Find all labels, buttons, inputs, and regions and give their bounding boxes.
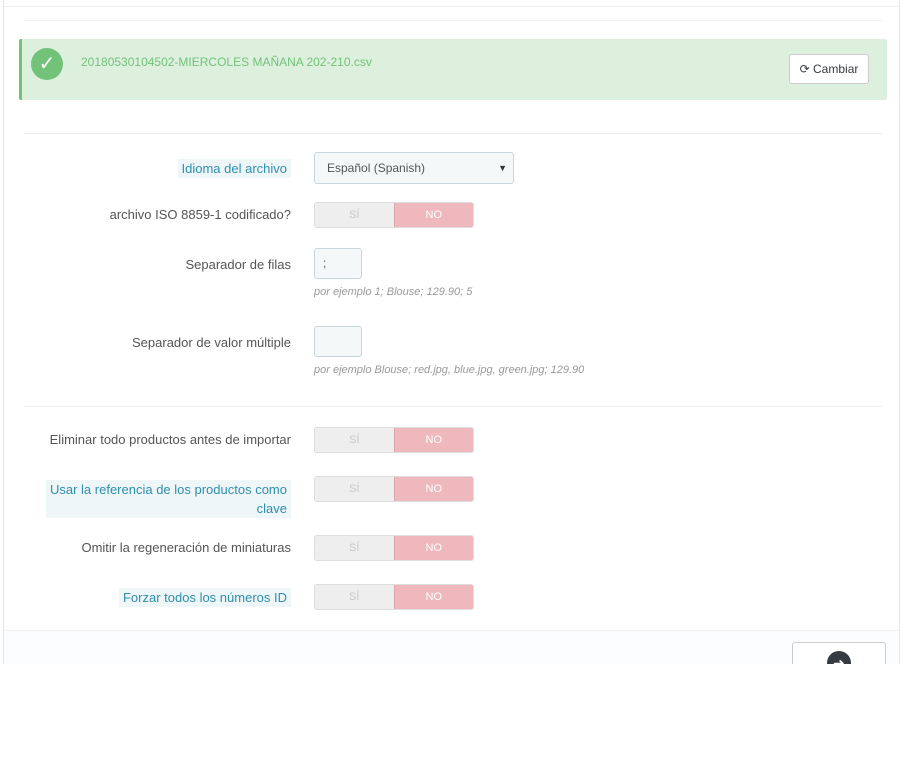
iso-encoding-no[interactable]: NO: [393, 203, 473, 227]
change-file-label: Cambiar: [813, 62, 859, 76]
delete-products-no[interactable]: NO: [393, 428, 473, 452]
next-step-button[interactable]: ➜: [792, 642, 886, 664]
iso-encoding-switch[interactable]: SÍ NO: [314, 202, 474, 228]
divider: [24, 133, 882, 134]
language-select-value: Español (Spanish): [327, 161, 426, 175]
import-panel: ✓ 20180530104502-MIERCOLES MAÑANA 202-21…: [3, 0, 900, 664]
delete-products-yes[interactable]: SÍ: [315, 428, 394, 452]
use-reference-switch[interactable]: SÍ NO: [314, 476, 474, 502]
use-reference-label: Usar la referencia de los productos como…: [45, 480, 291, 518]
force-ids-yes[interactable]: SÍ: [315, 585, 394, 609]
skip-thumbnails-label: Omitir la regeneración de miniaturas: [81, 540, 291, 555]
force-ids-switch[interactable]: SÍ NO: [314, 584, 474, 610]
use-reference-label-line2: clave: [256, 501, 287, 516]
multi-value-separator-help: por ejemplo Blouse; red.jpg, blue.jpg, g…: [314, 364, 585, 376]
divider: [24, 20, 882, 21]
refresh-icon: ⟳: [799, 62, 810, 76]
use-reference-no[interactable]: NO: [393, 477, 473, 501]
skip-thumbnails-yes[interactable]: SÍ: [315, 536, 394, 560]
file-success-alert: ✓ 20180530104502-MIERCOLES MAÑANA 202-21…: [19, 39, 887, 100]
language-label: Idioma del archivo: [177, 159, 291, 178]
arrow-right-circle-icon: ➜: [827, 651, 851, 664]
row-separator-label: Separador de filas: [185, 257, 291, 272]
skip-thumbnails-switch[interactable]: SÍ NO: [314, 535, 474, 561]
row-separator-help: por ejemplo 1; Blouse; 129.90; 5: [314, 286, 473, 298]
iso-encoding-yes[interactable]: SÍ: [315, 203, 394, 227]
force-ids-label: Forzar todos los números ID: [118, 588, 291, 607]
force-ids-no[interactable]: NO: [393, 585, 473, 609]
check-circle-icon: ✓: [31, 48, 63, 80]
multi-value-separator-input[interactable]: [314, 326, 362, 357]
panel-top-border: [4, 0, 899, 7]
delete-products-label: Eliminar todo productos antes de importa…: [49, 432, 291, 447]
language-select[interactable]: Español (Spanish) ▼: [314, 152, 514, 184]
row-separator-input[interactable]: ;: [314, 248, 362, 279]
delete-products-switch[interactable]: SÍ NO: [314, 427, 474, 453]
iso-encoding-label: archivo ISO 8859-1 codificado?: [109, 207, 291, 222]
use-reference-label-line1: Usar la referencia de los productos como: [49, 482, 287, 497]
divider: [24, 406, 882, 407]
uploaded-filename: 20180530104502-MIERCOLES MAÑANA 202-210.…: [81, 55, 372, 69]
change-file-button[interactable]: ⟳ Cambiar: [789, 54, 869, 84]
caret-down-icon: ▼: [498, 163, 507, 173]
skip-thumbnails-no[interactable]: NO: [393, 536, 473, 560]
use-reference-yes[interactable]: SÍ: [315, 477, 394, 501]
panel-footer: ➜: [4, 630, 899, 664]
multi-value-separator-label: Separador de valor múltiple: [132, 335, 291, 350]
